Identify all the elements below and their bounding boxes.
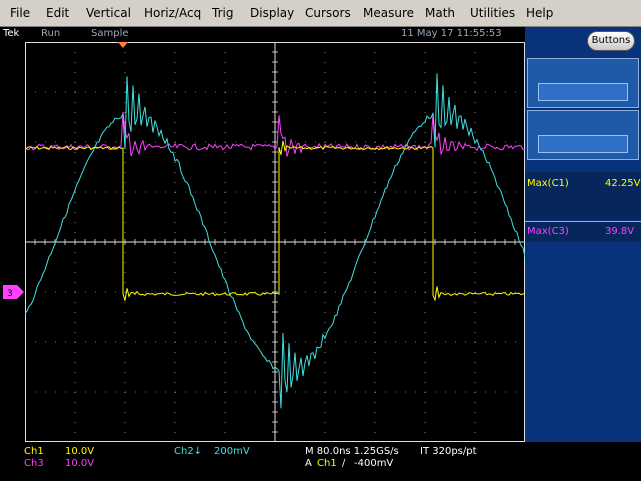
menu-measure[interactable]: Measure <box>363 6 414 20</box>
measurement-readout-2: Max(C3) 39.8V <box>525 222 641 242</box>
trigger-source[interactable]: Ch1 <box>317 458 337 469</box>
menu-utilities[interactable]: Utilities <box>470 6 515 20</box>
horizontal-scale[interactable]: M 80.0ns 1.25GS/s <box>305 446 399 457</box>
ch3-ground-marker[interactable]: 3 <box>3 285 25 299</box>
ch2-label[interactable]: Ch2↓ <box>174 446 202 457</box>
readout-bar: Ch1 10.0V Ch3 10.0V Ch2↓ 200mV M 80.0ns … <box>0 442 641 481</box>
menu-vertical[interactable]: Vertical <box>86 6 131 20</box>
ch3-marker-label: 3 <box>7 289 13 299</box>
left-marker-strip <box>0 42 25 442</box>
ch3-scale[interactable]: 10.0V <box>65 458 94 469</box>
measurement-slot-1[interactable] <box>527 58 639 108</box>
ch2-scale[interactable]: 200mV <box>214 446 250 457</box>
menu-math[interactable]: Math <box>425 6 455 20</box>
ch1-label[interactable]: Ch1 <box>24 446 44 457</box>
menu-trig[interactable]: Trig <box>212 6 233 20</box>
measurement-slot-2[interactable] <box>527 110 639 160</box>
meas1-label: Max(C1) <box>527 178 569 189</box>
buttons-button[interactable]: Buttons <box>587 31 635 51</box>
measurement-slot-2-field[interactable] <box>538 135 628 153</box>
meas1-value: 42.25V <box>605 178 641 189</box>
trigger-level[interactable]: -400mV <box>354 458 393 469</box>
waveform-display[interactable] <box>25 42 525 442</box>
meas2-value: 39.8V <box>605 226 635 237</box>
trigger-slope-icon: ∕ <box>342 458 346 469</box>
menu-cursors[interactable]: Cursors <box>305 6 351 20</box>
datetime: 11 May 17 11:55:53 <box>401 28 502 39</box>
acq-mode: Sample <box>91 28 129 39</box>
run-state: Run <box>41 28 61 39</box>
menu-file[interactable]: File <box>10 6 30 20</box>
ch1-scale[interactable]: 10.0V <box>65 446 94 457</box>
trigger-prefix: A <box>305 458 312 469</box>
menu-bar: File Edit Vertical Horiz/Acq Trig Displa… <box>0 0 641 27</box>
trigger-position-marker <box>118 42 128 48</box>
meas2-label: Max(C3) <box>527 226 569 237</box>
menu-edit[interactable]: Edit <box>46 6 69 20</box>
record-resolution: IT 320ps/pt <box>420 446 477 457</box>
graticule <box>25 42 525 442</box>
menu-display[interactable]: Display <box>250 6 294 20</box>
ch3-label[interactable]: Ch3 <box>24 458 44 469</box>
menu-horiz-acq[interactable]: Horiz/Acq <box>144 6 201 20</box>
menu-help[interactable]: Help <box>526 6 553 20</box>
measurement-slot-1-field[interactable] <box>538 83 628 101</box>
brand-label: Tek <box>3 28 20 39</box>
measurement-readout-1: Max(C1) 42.25V <box>525 172 641 220</box>
